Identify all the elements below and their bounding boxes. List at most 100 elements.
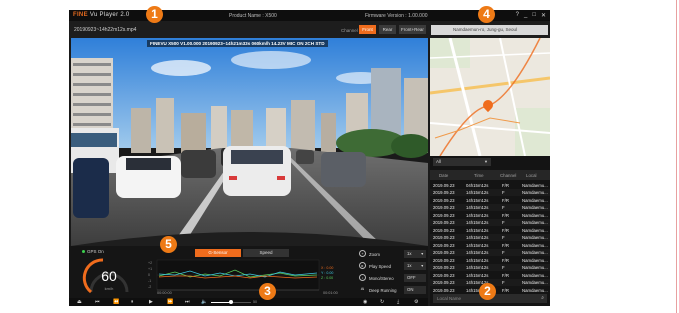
row-date: 2019.09.23 <box>433 242 455 248</box>
volume-value: 50 <box>253 300 257 304</box>
road-scene <box>71 38 428 246</box>
search-icon[interactable]: ⌕ <box>541 294 544 303</box>
firmware-version: Firmware Version : 1.00.000 <box>365 13 428 19</box>
play-speed-value: 1x <box>407 263 412 268</box>
maximize-icon[interactable]: □ <box>532 12 536 19</box>
list-item[interactable]: 2019.09.23 14h15m12s F/R Namdaemu... <box>430 256 550 264</box>
refresh-icon[interactable]: ↻ <box>380 298 384 306</box>
list-item[interactable]: 2019.09.23 14h15m12s F Namdaemu... <box>430 233 550 241</box>
gsensor-legend: X : 0.00 Y : 0.00 Z : 0.00 <box>321 266 333 281</box>
callout-marker-1: 1 <box>146 6 163 23</box>
row-date: 2019.09.23 <box>433 280 455 285</box>
y-tick: -2 <box>148 285 152 289</box>
header-time: Time <box>474 172 484 178</box>
list-item[interactable]: 2019.09.23 14h15m12s F Namdaemu... <box>430 188 550 196</box>
volume-slider[interactable] <box>211 300 251 304</box>
row-date: 2019.09.23 <box>433 227 455 233</box>
mono-icon: ♪ <box>359 274 366 281</box>
gear-icon[interactable]: ⚙ <box>414 298 418 306</box>
row-date: 2019.09.23 <box>433 205 455 210</box>
minimize-icon[interactable]: _ <box>524 12 527 19</box>
deep-running-setting[interactable]: Ai Deep Running ON <box>358 285 428 295</box>
header-channel: Channel <box>500 172 517 178</box>
row-time: 14h15m12s <box>466 227 489 233</box>
chevron-down-icon: ▼ <box>420 252 424 256</box>
row-local: Namdaemu... <box>522 242 548 248</box>
row-time: 14h15m12s <box>466 250 489 255</box>
list-item[interactable]: 2019.09.23 14h15m12s F/R Namdaemu... <box>430 241 550 249</box>
gps-panel: GPS On 60 km/h <box>69 246 142 298</box>
row-channel: F/R <box>502 227 509 233</box>
pause-icon[interactable]: ⏸ <box>131 298 134 306</box>
video-frame[interactable]: FINEVU X500 V1.00.000 20190923~14h21m33s… <box>71 38 428 246</box>
event-filter-value: All <box>436 159 442 164</box>
row-time: 14h15m12s <box>466 272 489 278</box>
mono-stereo-toggle[interactable]: OFF <box>404 274 426 282</box>
row-time: 04h15m12s <box>466 182 489 188</box>
download-icon[interactable]: ⤓ <box>397 298 399 306</box>
window-controls: ? _ □ ✕ <box>516 12 546 19</box>
row-local: Namdaemu... <box>522 272 548 278</box>
zoom-select[interactable]: 1x ▼ <box>404 250 426 258</box>
search-placeholder: Local Name <box>437 296 462 301</box>
row-date: 2019.09.23 <box>433 182 455 188</box>
play-speed-setting[interactable]: ▸ Play Speed 1x ▼ <box>358 261 428 271</box>
mono-stereo-label: Mono/Stereo <box>369 276 394 281</box>
row-channel: F/R <box>502 197 509 203</box>
callout-marker-2: 2 <box>479 283 496 300</box>
rewind-icon[interactable]: ⏪ <box>113 298 119 306</box>
row-time: 14h15m12s <box>466 197 489 203</box>
list-item[interactable]: 2019.09.23 14h15m12s F Namdaemu... <box>430 263 550 271</box>
page-margin-line <box>676 0 677 313</box>
list-item[interactable]: 2019.09.23 14h15m12s F Namdaemu... <box>430 218 550 226</box>
fast-forward-icon[interactable]: ⏩ <box>167 298 173 306</box>
play-speed-label: Play Speed <box>369 264 391 269</box>
header-date: Date <box>439 172 449 178</box>
event-filter-select[interactable]: All ▼ <box>433 158 491 166</box>
row-channel: F/R <box>502 242 509 248</box>
row-date: 2019.09.23 <box>433 272 455 278</box>
channel-rear-button[interactable]: Rear <box>379 25 396 34</box>
row-date: 2019.09.23 <box>433 197 455 203</box>
play-speed-select[interactable]: 1x ▼ <box>404 262 426 270</box>
deep-running-toggle[interactable]: ON <box>404 286 426 294</box>
row-channel: F <box>502 235 505 240</box>
row-local: Namdaemu... <box>522 250 548 255</box>
map-view[interactable] <box>430 38 550 156</box>
channel-front-rear-button[interactable]: Front+Rear <box>399 25 426 34</box>
list-item[interactable]: 2019.09.23 14h15m12s F Namdaemu... <box>430 248 550 256</box>
app-logo: FINE Vu Player 2.0 <box>73 12 130 18</box>
gsensor-time-start: 00:00:00 <box>157 291 172 295</box>
next-file-icon[interactable]: ⏭ <box>185 298 190 306</box>
volume-handle[interactable] <box>229 300 233 304</box>
list-item[interactable]: 2019.09.23 14h15m12s F/R Namdaemu... <box>430 271 550 279</box>
volume-fill <box>211 301 231 303</box>
volume-icon[interactable]: 🔈 <box>201 298 207 306</box>
prev-file-icon[interactable]: ⏮ <box>95 298 100 306</box>
channel-front-button[interactable]: Front <box>359 25 376 34</box>
settings-panel: + Zoom 1x ▼ ▸ Play Speed 1x ▼ ♪ Mono/Stere… <box>356 246 428 298</box>
zoom-setting[interactable]: + Zoom 1x ▼ <box>358 249 428 259</box>
list-item[interactable]: 2019.09.23 14h15m12s F/R Namdaemu... <box>430 226 550 234</box>
row-local: Namdaemu... <box>522 205 548 210</box>
camera-icon[interactable]: ◉ <box>363 298 367 306</box>
event-list-header: Date Time Channel Local <box>430 170 550 180</box>
play-icon[interactable]: ▶ <box>149 298 153 306</box>
help-icon[interactable]: ? <box>516 12 519 19</box>
zoom-value: 1x <box>407 251 412 256</box>
list-item[interactable]: 2019.09.23 04h15m12s F/R Namdaemu... <box>430 181 550 189</box>
row-channel: F <box>502 250 505 255</box>
list-item[interactable]: 2019.09.23 14h15m12s F/R Namdaemu... <box>430 196 550 204</box>
eject-icon[interactable]: ⏏ <box>77 298 82 306</box>
mono-stereo-setting[interactable]: ♪ Mono/Stereo OFF <box>358 273 428 283</box>
list-item[interactable]: 2019.09.23 14h15m12s F Namdaemu... <box>430 203 550 211</box>
row-channel: F/R <box>502 212 509 218</box>
chevron-down-icon: ▼ <box>420 264 424 268</box>
row-channel: F <box>502 220 505 225</box>
gsensor-time-end: 00:01:00 <box>323 291 338 295</box>
row-channel: F/R <box>502 257 509 263</box>
row-local: Namdaemu... <box>522 265 548 270</box>
close-icon[interactable]: ✕ <box>541 12 546 19</box>
row-channel: F/R <box>502 182 509 188</box>
list-item[interactable]: 2019.09.23 14h15m12s F/R Namdaemu... <box>430 211 550 219</box>
